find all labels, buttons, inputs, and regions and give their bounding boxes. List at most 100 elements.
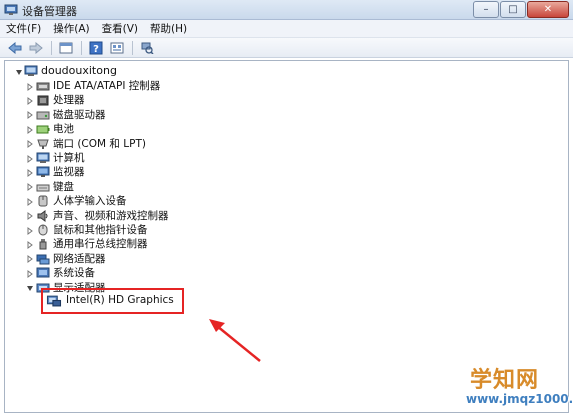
chevron-down-icon: [26, 286, 33, 292]
tree-category-label: 计算机: [53, 152, 85, 164]
tree-category[interactable]: 计算机: [36, 151, 85, 165]
category-expand-toggle[interactable]: [25, 269, 34, 278]
hid-icon: [38, 195, 48, 207]
menu-action[interactable]: 操作(A): [47, 20, 95, 38]
category-expand-toggle[interactable]: [25, 226, 34, 235]
close-button[interactable]: ✕: [527, 1, 569, 18]
chevron-right-icon: [27, 240, 33, 249]
battery-icon: [36, 125, 50, 134]
watermark-brand: 学知网: [470, 368, 540, 393]
back-button[interactable]: [6, 40, 24, 56]
chevron-right-icon: [27, 140, 33, 149]
tree-category-label: 鼠标和其他指针设备: [53, 224, 148, 236]
tree-category[interactable]: 网络适配器: [36, 252, 106, 266]
tree-category-label: 电池: [53, 123, 74, 136]
tree-category[interactable]: 人体学输入设备: [36, 194, 127, 208]
device-manager-icon: [4, 4, 18, 15]
svg-text:?: ?: [93, 44, 99, 55]
network-icon: [36, 254, 50, 265]
forward-button[interactable]: [27, 40, 45, 56]
tree-category-label: 人体学输入设备: [53, 195, 127, 208]
tree-category-label: 端口 (COM 和 LPT): [53, 137, 146, 150]
chevron-right-icon: [27, 269, 33, 278]
chevron-right-icon: [27, 197, 33, 206]
tree-root-label: doudouxitong: [41, 64, 117, 77]
root-collapse-toggle[interactable]: [14, 67, 23, 76]
tree-category[interactable]: IDE ATA/ATAPI 控制器: [36, 79, 160, 93]
toolbar-separator: [81, 40, 82, 55]
usb-icon: [39, 239, 47, 250]
window-title: 设备管理器: [22, 5, 77, 18]
tree-category-label: 监视器: [53, 166, 85, 179]
tree-category[interactable]: 键盘: [36, 180, 74, 194]
device-tree: doudouxitong IDE ATA/ATAPI 控制器 处理器 磁盘驱动器电池…: [4, 60, 569, 413]
title-bar: 设备管理器 – □ ✕: [0, 0, 573, 20]
tree-category-label: 处理器: [53, 94, 85, 107]
keyboard-icon: [36, 184, 50, 192]
chevron-right-icon: [27, 96, 33, 105]
tree-category[interactable]: 端口 (COM 和 LPT): [36, 137, 146, 151]
chevron-right-icon: [27, 154, 33, 163]
tree-category-label: 磁盘驱动器: [53, 108, 106, 121]
disk-drive-icon: [36, 111, 50, 120]
tree-category[interactable]: 处理器: [36, 93, 85, 107]
back-arrow-icon: [8, 41, 22, 54]
scan-hardware-button[interactable]: [138, 40, 156, 56]
tree-category-label: 系统设备: [53, 267, 95, 280]
tree-category-label: IDE ATA/ATAPI 控制器: [53, 80, 161, 92]
tree-category[interactable]: 通用串行总线控制器: [36, 237, 148, 251]
help-button[interactable]: ?: [87, 40, 105, 56]
tree-category[interactable]: 声音、视频和游戏控制器: [36, 209, 169, 223]
watermark-url: www.jmqz1000.com: [466, 392, 573, 406]
tree-category[interactable]: 磁盘驱动器: [36, 108, 106, 122]
window-controls: – □ ✕: [472, 1, 569, 18]
tree-category-label: 通用串行总线控制器: [53, 238, 148, 251]
processor-icon: [37, 95, 49, 106]
category-expand-toggle[interactable]: [25, 168, 34, 177]
tree-category[interactable]: 系统设备: [36, 266, 95, 280]
category-collapse-toggle[interactable]: [25, 284, 34, 293]
category-expand-toggle[interactable]: [25, 154, 34, 163]
category-expand-toggle[interactable]: [25, 82, 34, 91]
minimize-button[interactable]: –: [473, 1, 499, 18]
category-expand-toggle[interactable]: [25, 240, 34, 249]
chevron-right-icon: [27, 183, 33, 192]
menu-help[interactable]: 帮助(H): [144, 20, 193, 38]
tree-category[interactable]: 监视器: [36, 165, 85, 179]
toolbar: ?: [0, 38, 573, 58]
category-expand-toggle[interactable]: [25, 125, 34, 134]
tree-root-computer[interactable]: doudouxitong: [24, 64, 117, 78]
computer-icon: [36, 152, 50, 163]
tree-category[interactable]: 鼠标和其他指针设备: [36, 223, 148, 237]
maximize-button[interactable]: □: [500, 1, 526, 18]
ide-controller-icon: [36, 82, 50, 91]
mouse-icon: [38, 224, 48, 236]
chevron-right-icon: [27, 125, 33, 134]
category-expand-toggle[interactable]: [25, 197, 34, 206]
category-expand-toggle[interactable]: [25, 183, 34, 192]
view-button[interactable]: [108, 40, 126, 56]
properties-button[interactable]: [57, 40, 75, 56]
chevron-right-icon: [27, 212, 33, 221]
tree-category-label: 网络适配器: [53, 252, 106, 265]
category-expand-toggle[interactable]: [25, 212, 34, 221]
device-view-icon: [110, 42, 124, 53]
category-expand-toggle[interactable]: [25, 140, 34, 149]
properties-icon: [59, 42, 73, 53]
category-expand-toggle[interactable]: [25, 96, 34, 105]
chevron-right-icon: [27, 226, 33, 235]
category-expand-toggle[interactable]: [25, 111, 34, 120]
port-icon: [37, 139, 49, 149]
menu-bar: 文件(F) 操作(A) 查看(V) 帮助(H): [0, 20, 573, 38]
chevron-right-icon: [27, 111, 33, 120]
help-icon: ?: [89, 41, 103, 55]
scan-hardware-icon: [141, 42, 154, 54]
monitor-icon: [36, 166, 50, 178]
tree-category[interactable]: 电池: [36, 122, 74, 136]
menu-view[interactable]: 查看(V): [96, 20, 144, 38]
category-expand-toggle[interactable]: [25, 255, 34, 264]
chevron-down-icon: [15, 69, 22, 75]
sound-icon: [37, 209, 48, 222]
menu-file[interactable]: 文件(F): [0, 20, 47, 38]
chevron-right-icon: [27, 82, 33, 91]
